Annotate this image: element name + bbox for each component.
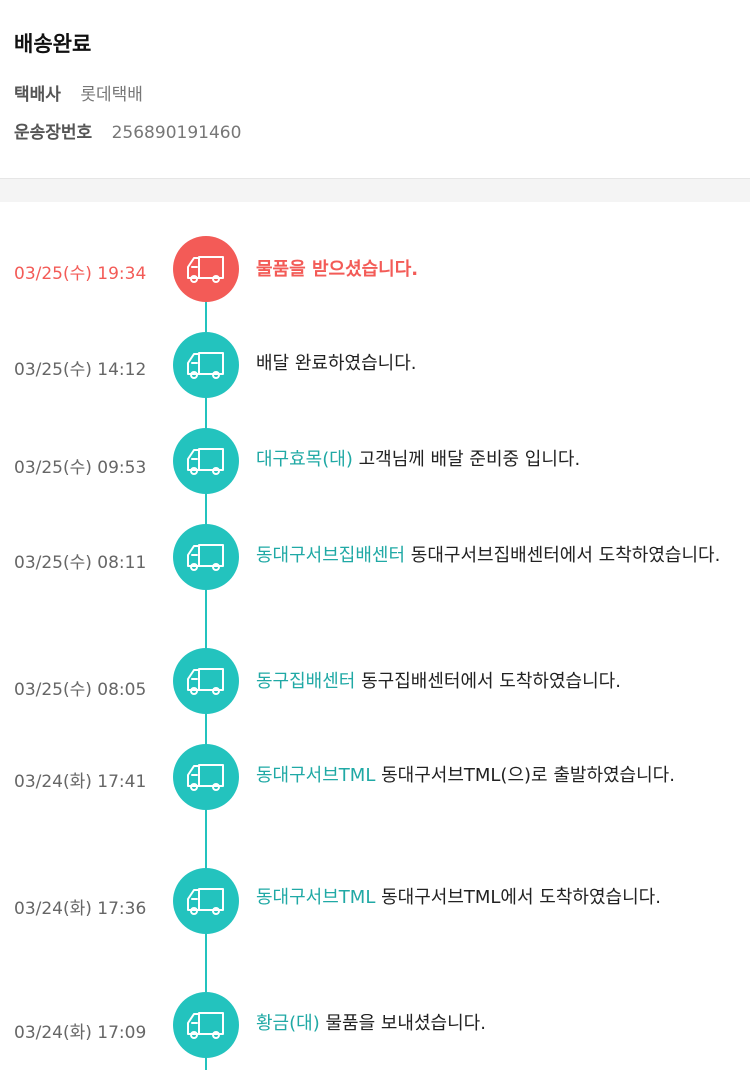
timeline-place: 동대구서브집배센터 [256, 545, 406, 566]
delivery-truck-icon [173, 428, 239, 494]
timeline-place: 동대구서브TML [256, 887, 376, 908]
delivery-truck-icon [173, 236, 239, 302]
timeline-time: 03/24(화) 17:36 [14, 899, 147, 919]
timeline-time: 03/25(수) 14:12 [14, 360, 147, 380]
timeline-message: 황금(대) 물품을 보내셨습니다. [256, 1010, 726, 1038]
timeline-text: 물품을 보내셨습니다. [319, 1013, 486, 1034]
delivery-header: 배송완료 택배사 롯데택배 운송장번호 256890191460 [0, 0, 750, 179]
tracking-label: 운송장번호 [14, 123, 93, 143]
delivery-truck-icon [173, 332, 239, 398]
timeline-text: 물품을 받으셨습니다. [256, 259, 419, 280]
timeline-message: 물품을 받으셨습니다. [256, 256, 726, 284]
timeline-time: 03/24(화) 17:09 [14, 1023, 147, 1043]
timeline-text: 동대구서브집배센터에서 도착하였습니다. [405, 545, 721, 566]
delivery-status-title: 배송완료 [14, 32, 92, 56]
timeline-text: 고객님께 배달 준비중 입니다. [352, 449, 581, 470]
timeline-time: 03/25(수) 19:34 [14, 264, 147, 284]
timeline-place: 황금(대) [256, 1013, 320, 1034]
timeline-message: 대구효목(대) 고객님께 배달 준비중 입니다. [256, 446, 726, 474]
timeline-time: 03/25(수) 09:53 [14, 458, 147, 478]
delivery-truck-icon [173, 992, 239, 1058]
timeline-time: 03/25(수) 08:05 [14, 680, 147, 700]
timeline-text: 배달 완료하였습니다. [256, 353, 417, 374]
timeline-text: 동대구서브TML(으)로 출발하였습니다. [375, 765, 675, 786]
timeline-message: 동대구서브TML 동대구서브TML에서 도착하였습니다. [256, 884, 726, 912]
timeline-message: 동대구서브TML 동대구서브TML(으)로 출발하였습니다. [256, 762, 726, 790]
timeline-message: 동구집배센터 동구집배센터에서 도착하였습니다. [256, 668, 726, 696]
tracking-number[interactable]: 256890191460 [112, 123, 242, 143]
timeline-place: 동대구서브TML [256, 765, 376, 786]
timeline-message: 동대구서브집배센터 동대구서브집배센터에서 도착하였습니다. [256, 542, 726, 570]
timeline-time: 03/24(화) 17:41 [14, 772, 147, 792]
courier-value: 롯데택배 [80, 85, 143, 105]
courier-label: 택배사 [14, 85, 61, 105]
delivery-truck-icon [173, 744, 239, 810]
tracking-timeline: 03/25(수) 19:34 물품을 받으셨습니다. 03/25(수) 14:1… [0, 202, 750, 1070]
timeline-place: 대구효목(대) [256, 449, 353, 470]
timeline-text: 동구집배센터에서 도착하였습니다. [355, 671, 621, 692]
timeline-time: 03/25(수) 08:11 [14, 553, 147, 573]
delivery-truck-icon [173, 868, 239, 934]
timeline-message: 배달 완료하였습니다. [256, 350, 726, 378]
delivery-truck-icon [173, 648, 239, 714]
section-divider [0, 179, 750, 202]
tracking-row: 운송장번호 256890191460 [14, 118, 241, 143]
timeline-text: 동대구서브TML에서 도착하였습니다. [375, 887, 661, 908]
timeline-place: 동구집배센터 [256, 671, 356, 692]
delivery-truck-icon [173, 524, 239, 590]
courier-row: 택배사 롯데택배 [14, 80, 143, 105]
